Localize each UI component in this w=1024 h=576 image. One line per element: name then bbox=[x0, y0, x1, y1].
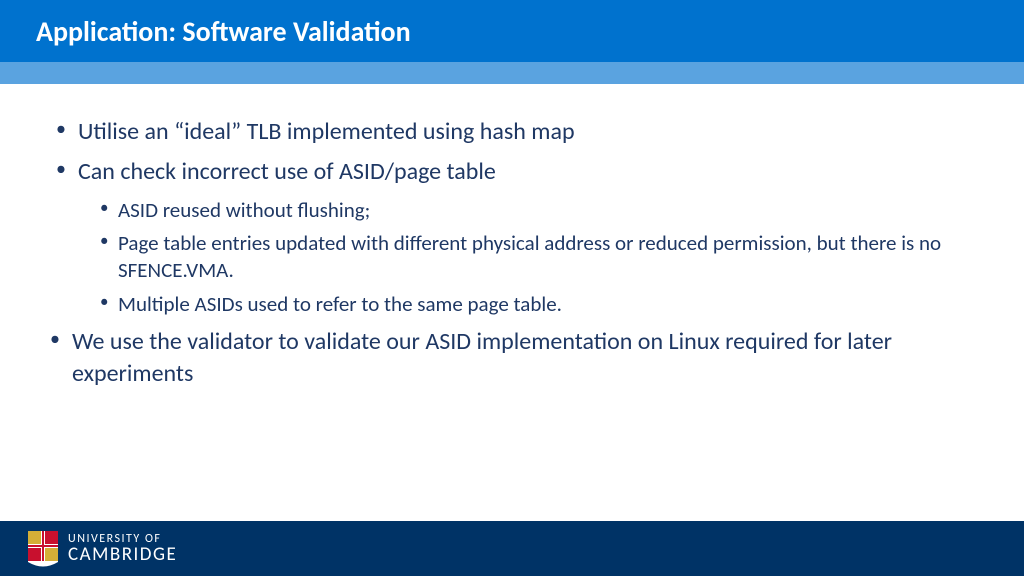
university-wordmark: UNIVERSITY OF CAMBRIDGE bbox=[68, 533, 177, 564]
university-crest-icon bbox=[28, 531, 58, 567]
university-line2: CAMBRIDGE bbox=[68, 545, 177, 564]
sub-bullet-list: ASID reused without flushing; Page table… bbox=[100, 197, 984, 318]
accent-bar bbox=[0, 62, 1024, 84]
bullet-text: ASID reused without flushing; bbox=[118, 197, 370, 223]
bullet-level2: Multiple ASIDs used to refer to the same… bbox=[100, 291, 984, 318]
bullet-level1: Utilise an “ideal” TLB implemented using… bbox=[56, 116, 984, 148]
bullet-text: We use the validator to validate our ASI… bbox=[72, 327, 892, 388]
title-bar: Application: Software Validation bbox=[0, 0, 1024, 62]
footer-bar: UNIVERSITY OF CAMBRIDGE bbox=[0, 521, 1024, 576]
bullet-text: Multiple ASIDs used to refer to the same… bbox=[118, 291, 562, 317]
slide-body: Utilise an “ideal” TLB implemented using… bbox=[0, 84, 1024, 391]
bullet-level1: Can check incorrect use of ASID/page tab… bbox=[56, 156, 984, 188]
slide-title: Application: Software Validation bbox=[36, 14, 411, 49]
bullet-level2: Page table entries updated with differen… bbox=[100, 230, 984, 285]
bullet-text: Utilise an “ideal” TLB implemented using… bbox=[78, 117, 575, 146]
bullet-level1: We use the validator to validate our ASI… bbox=[56, 326, 984, 391]
bullet-text: Page table entries updated with differen… bbox=[118, 230, 941, 283]
bullet-text: Can check incorrect use of ASID/page tab… bbox=[78, 157, 496, 186]
bullet-level2: ASID reused without flushing; bbox=[100, 197, 984, 224]
